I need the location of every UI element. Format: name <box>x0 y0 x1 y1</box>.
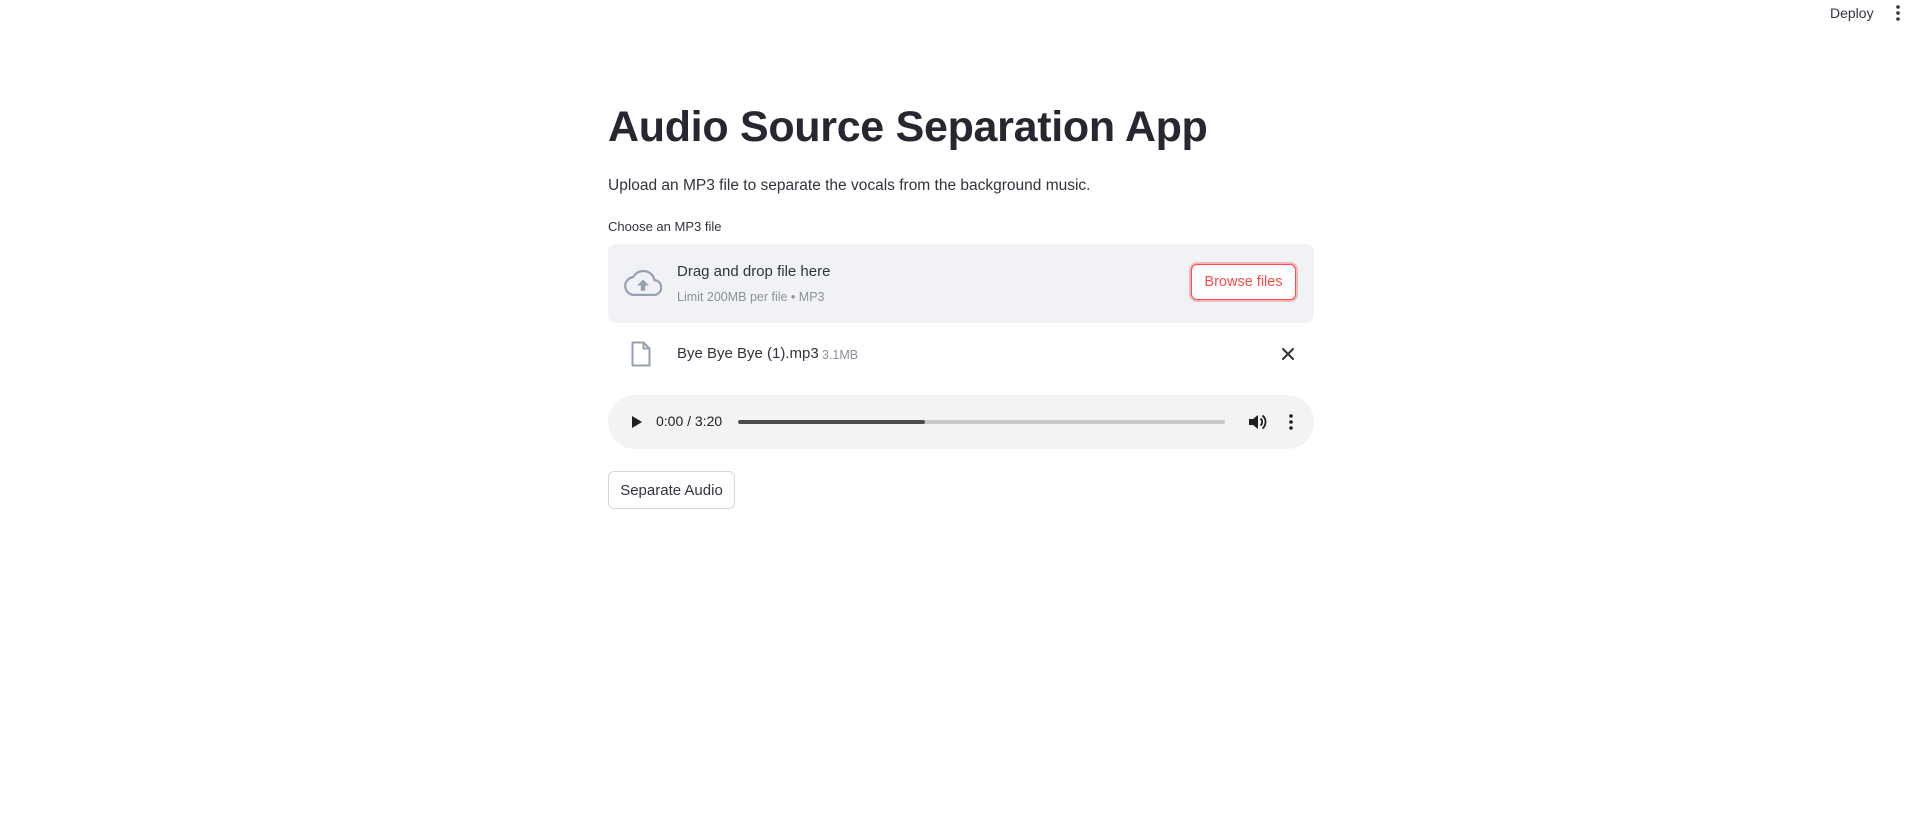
browse-files-button[interactable]: Browse files <box>1191 264 1296 300</box>
audio-seek-bar[interactable] <box>738 420 1225 424</box>
player-options-icon[interactable] <box>1284 412 1298 432</box>
audio-buffered-fill <box>738 420 926 424</box>
dropzone-limit: Limit 200MB per file • MP3 <box>677 290 825 304</box>
kebab-vertical-icon[interactable] <box>1891 3 1905 23</box>
page-title: Audio Source Separation App <box>608 103 1208 151</box>
deploy-button[interactable]: Deploy <box>1830 5 1874 21</box>
dropzone-instructions: Drag and drop file here <box>677 263 831 280</box>
file-icon <box>631 341 651 367</box>
audio-time-display: 0:00 / 3:20 <box>656 413 723 429</box>
file-dropzone[interactable]: Drag and drop file here Limit 200MB per … <box>608 244 1314 323</box>
cloud-upload-icon <box>624 269 662 296</box>
uploader-label: Choose an MP3 file <box>608 219 722 234</box>
audio-player: 0:00 / 3:20 <box>608 395 1314 449</box>
uploaded-file-row: Bye Bye Bye (1).mp3 3.1MB <box>608 336 1314 372</box>
top-toolbar: Deploy <box>0 0 1918 28</box>
uploaded-file-size: 3.1MB <box>822 348 859 362</box>
page-description: Upload an MP3 file to separate the vocal… <box>608 177 1091 194</box>
uploaded-file-name: Bye Bye Bye (1).mp3 <box>677 345 819 362</box>
separate-audio-button[interactable]: Separate Audio <box>608 471 735 509</box>
play-icon[interactable] <box>626 412 646 432</box>
volume-icon[interactable] <box>1247 412 1267 432</box>
close-icon[interactable] <box>1280 346 1296 362</box>
